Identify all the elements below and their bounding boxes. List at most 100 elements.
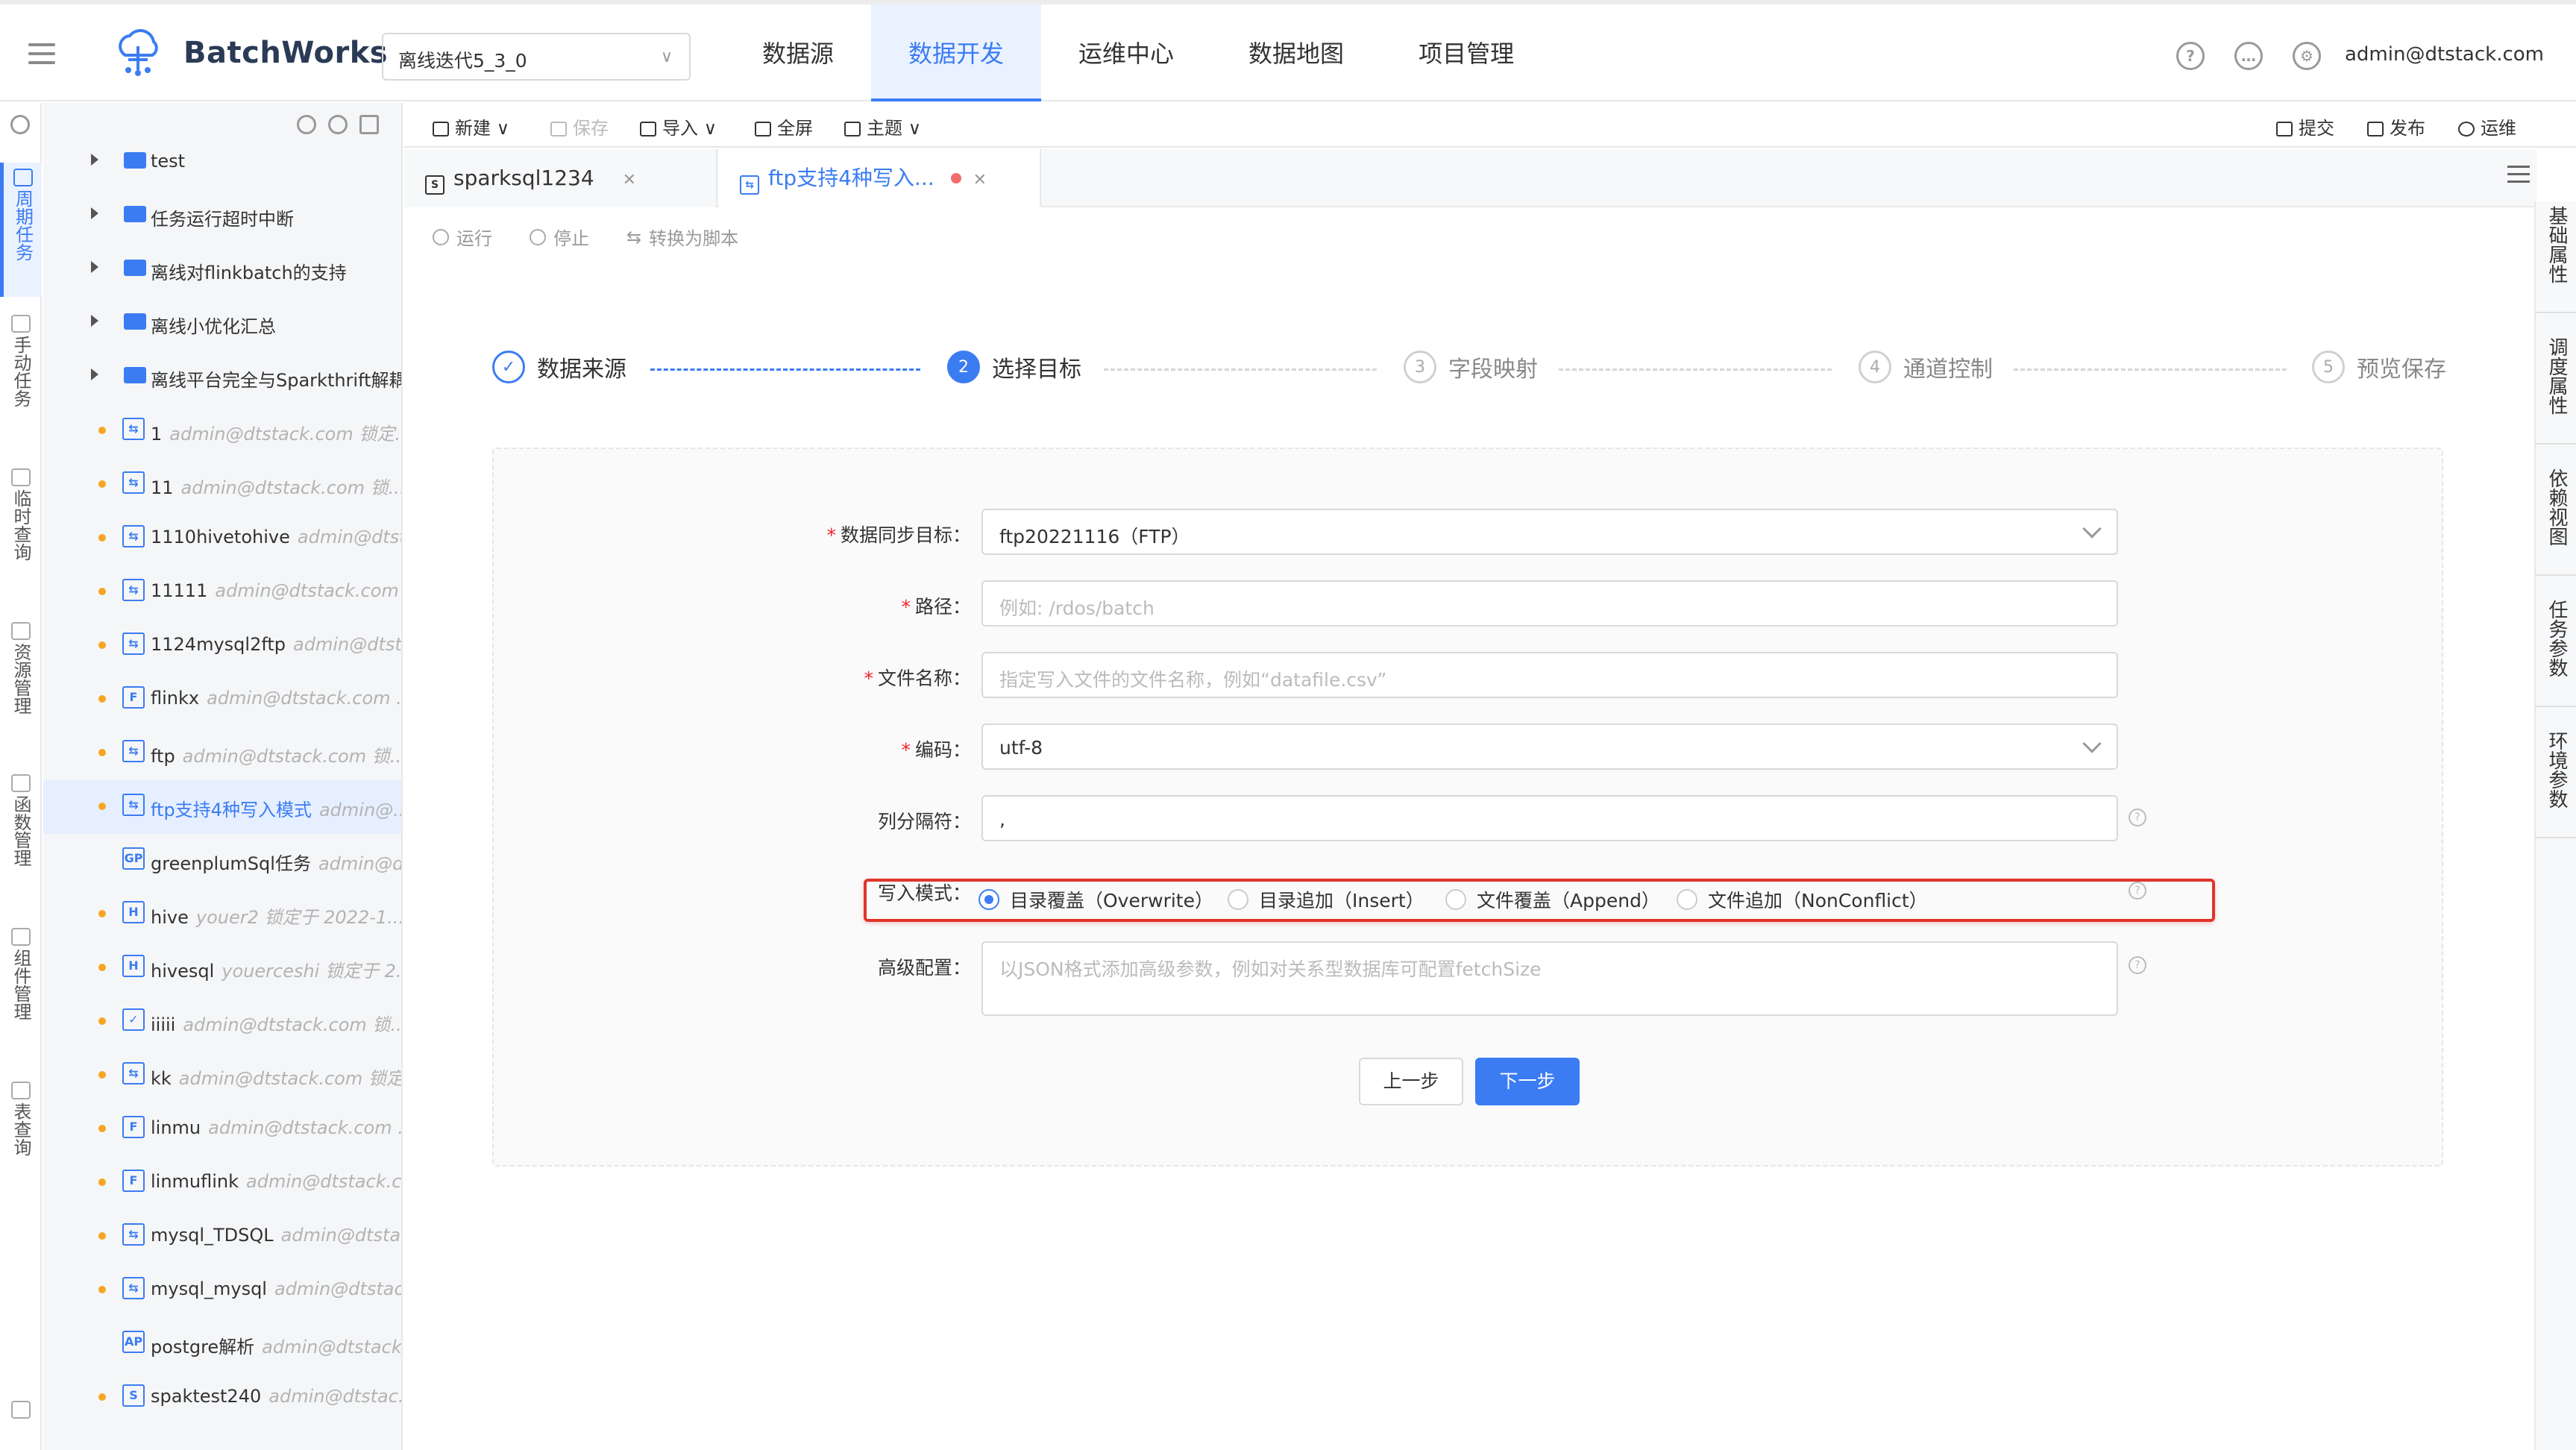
tree-folder[interactable]: 任务运行超时中断 bbox=[43, 189, 401, 243]
folder-icon bbox=[124, 152, 146, 169]
tree-file[interactable]: Fflinkx admin@dtstack.com ... bbox=[43, 673, 401, 726]
tree-file[interactable]: Hhivesql youerceshi 锁定于 2... bbox=[43, 941, 401, 995]
batchworks-logo-icon bbox=[119, 29, 158, 76]
delimiter-input[interactable]: , bbox=[981, 795, 2118, 841]
run-button[interactable]: 运行 bbox=[433, 224, 492, 250]
tree-file[interactable]: ⇆ 1110hivetohive admin@dtst... bbox=[43, 512, 401, 565]
caret-right-icon[interactable] bbox=[91, 154, 98, 166]
convert-script-button[interactable]: ⇆ 转换为脚本 bbox=[626, 224, 738, 250]
encoding-value: utf-8 bbox=[999, 737, 1043, 759]
caret-right-icon[interactable] bbox=[91, 207, 98, 219]
caret-right-icon[interactable] bbox=[91, 368, 98, 380]
document-icon bbox=[11, 1401, 31, 1419]
settings-gear-icon[interactable]: ⚙ bbox=[2293, 42, 2321, 70]
rail-temp-query[interactable]: 临时查询 bbox=[0, 468, 42, 603]
search-icon[interactable] bbox=[10, 115, 30, 134]
sync-target-select[interactable]: ftp20221116（FTP） bbox=[981, 509, 2118, 555]
rail-table-query[interactable]: 表查询 bbox=[0, 1082, 42, 1186]
nav-datasource[interactable]: 数据源 bbox=[725, 4, 871, 101]
new-button[interactable]: 新建 ∨ bbox=[433, 113, 509, 139]
rail-env-params[interactable]: 环境参数 bbox=[2536, 726, 2576, 838]
nav-data-dev[interactable]: 数据开发 bbox=[871, 4, 1042, 101]
caret-right-icon[interactable] bbox=[91, 261, 98, 273]
tab-label: sparksql1234 bbox=[453, 166, 594, 190]
refresh-icon[interactable] bbox=[328, 115, 348, 134]
tree-file[interactable]: Hhive youer2 锁定于 2022-1... bbox=[43, 888, 401, 941]
help-icon[interactable]: ? bbox=[2129, 956, 2146, 974]
status-dot-icon bbox=[98, 1071, 106, 1079]
tree-file[interactable]: Flinmu admin@dtstack.com ... bbox=[43, 1102, 401, 1156]
import-button[interactable]: 导入 ∨ bbox=[640, 113, 717, 139]
user-account[interactable]: admin@dtstack.com bbox=[2345, 43, 2544, 66]
chevron-down-icon bbox=[2082, 519, 2102, 539]
rail-manual-tasks[interactable]: 手动任务 bbox=[0, 315, 42, 449]
tree-file[interactable]: ⇆ 11111 admin@dtstack.com bbox=[43, 565, 401, 619]
nav-ops-center[interactable]: 运维中心 bbox=[1041, 4, 1211, 101]
tab-sparksql1234[interactable]: Ssparksql1234 ✕ bbox=[404, 149, 717, 207]
tree-item-name: spaktest240 bbox=[151, 1386, 262, 1407]
tree-file[interactable]: ⇆ 1124mysql2ftp admin@dtst... bbox=[43, 619, 401, 673]
tree-file[interactable]: ⇆ mysql_TDSQL admin@dtsta... bbox=[43, 1210, 401, 1264]
help-icon[interactable]: ? bbox=[2176, 42, 2205, 70]
message-icon[interactable]: … bbox=[2234, 42, 2263, 70]
rail-dependency-view[interactable]: 依赖视图 bbox=[2536, 464, 2576, 576]
rail-label: 临时查询 bbox=[10, 489, 31, 561]
tree-folder[interactable]: 离线对flinkbatch的支持 bbox=[43, 243, 401, 297]
help-icon[interactable]: ? bbox=[2129, 809, 2146, 826]
tree-file[interactable]: ⇆ mysql_mysql admin@dtstac... bbox=[43, 1264, 401, 1317]
tree-folder[interactable]: test bbox=[43, 136, 401, 189]
close-icon[interactable]: ✕ bbox=[973, 171, 987, 189]
stop-button[interactable]: 停止 bbox=[530, 224, 589, 250]
advanced-config-textarea[interactable]: 以JSON格式添加高级参数，例如对关系型数据库可配置fetchSize bbox=[981, 941, 2118, 1016]
locate-icon[interactable] bbox=[297, 115, 316, 134]
next-step-button[interactable]: 下一步 bbox=[1475, 1058, 1580, 1105]
tree-item-meta: admin@d... bbox=[318, 853, 403, 874]
caret-right-icon[interactable] bbox=[91, 315, 98, 327]
task-type-icon: ⇆ bbox=[122, 579, 145, 601]
list-icon[interactable] bbox=[359, 115, 379, 134]
tree-file[interactable]: ⇆ ftp admin@dtstack.com 锁... bbox=[43, 726, 401, 780]
tree-item-name: 离线小优化汇总 bbox=[151, 316, 276, 337]
tab-ftp-write-modes[interactable]: ⇆ ftp支持4种写入... ✕ bbox=[719, 149, 1041, 207]
prev-step-button[interactable]: 上一步 bbox=[1359, 1058, 1463, 1105]
tree-file[interactable]: GP greenplumSql任务 admin@d... bbox=[43, 834, 403, 888]
rail-function-mgmt[interactable]: 函数管理 bbox=[0, 774, 42, 908]
project-select[interactable]: 离线迭代5_3_0 ∨ bbox=[382, 33, 691, 81]
tree-folder[interactable]: 离线平台完全与Sparkthrift解耦 bbox=[43, 351, 401, 404]
save-button[interactable]: 保存 bbox=[550, 113, 609, 139]
nav-data-map[interactable]: 数据地图 bbox=[1211, 4, 1381, 101]
target-label-text: 数据同步目标： bbox=[840, 524, 971, 546]
nav-project-mgmt[interactable]: 项目管理 bbox=[1381, 4, 1551, 101]
tree-file[interactable]: Flinmuflink admin@dtstack.c... bbox=[43, 1156, 403, 1210]
step-connector bbox=[650, 368, 920, 371]
publish-button[interactable]: 发布 bbox=[2367, 113, 2425, 139]
rail-basic-props[interactable]: 基础属性 bbox=[2536, 201, 2576, 313]
tab-list-icon[interactable] bbox=[2507, 166, 2530, 185]
filename-input[interactable]: 指定写入文件的文件名称，例如“datafile.csv” bbox=[981, 652, 2118, 698]
tree-file[interactable]: ✓ iiiii admin@dtstack.com 锁... bbox=[43, 995, 401, 1049]
path-input[interactable]: 例如: /rdos/batch bbox=[981, 580, 2118, 627]
rail-periodic-tasks[interactable]: 周期任务 bbox=[0, 163, 42, 297]
close-icon[interactable]: ✕ bbox=[623, 171, 636, 189]
tree-folder[interactable]: 离线小优化汇总 bbox=[43, 297, 401, 351]
rail-schedule-props[interactable]: 调度属性 bbox=[2536, 333, 2576, 445]
menu-toggle-icon[interactable] bbox=[28, 43, 55, 64]
rail-task-params[interactable]: 任务参数 bbox=[2536, 595, 2576, 707]
tree-item-meta: admin@dtstack.c... bbox=[246, 1171, 403, 1192]
tree-file[interactable]: ⇆ kk admin@dtstack.com 锁定... bbox=[43, 1049, 401, 1102]
tree-file[interactable]: ⇆ 1 admin@dtstack.com 锁定... bbox=[43, 404, 401, 458]
fullscreen-button[interactable]: 全屏 bbox=[755, 113, 813, 139]
tree-file[interactable]: Sspaktest240 admin@dtstac... bbox=[43, 1371, 401, 1425]
rail-bottom-icon[interactable] bbox=[0, 1401, 42, 1431]
ops-button[interactable]: 运维 bbox=[2458, 113, 2516, 139]
tree-file[interactable]: AP postgre解析 admin@dtstack... bbox=[43, 1317, 401, 1371]
resource-icon bbox=[11, 622, 31, 640]
tree-file[interactable]: ⇆ 11 admin@dtstack.com 锁... bbox=[43, 458, 401, 512]
tree-item-label: mysql_TDSQL admin@dtsta... bbox=[151, 1225, 401, 1246]
encoding-select[interactable]: utf-8 bbox=[981, 724, 2118, 770]
theme-button[interactable]: 主题 ∨ bbox=[844, 113, 921, 139]
rail-resource-mgmt[interactable]: 资源管理 bbox=[0, 622, 42, 756]
rail-component-mgmt[interactable]: 组件管理 bbox=[0, 928, 42, 1062]
submit-button[interactable]: 提交 bbox=[2276, 113, 2334, 139]
tree-file[interactable]: ⇆ ftp支持4种写入模式 admin@... bbox=[43, 780, 401, 834]
